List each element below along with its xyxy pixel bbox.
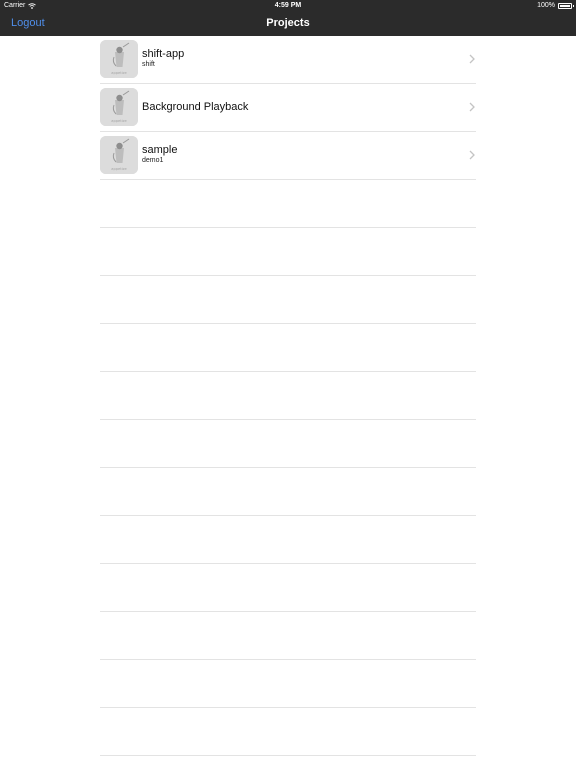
empty-row [100,180,476,228]
project-subtitle: shift [142,61,155,68]
empty-row [100,276,476,324]
project-row[interactable]: appetize Background Playback [100,84,476,132]
project-text: sample demo1 [142,144,177,164]
battery-indicator: 100% [537,2,574,9]
project-title: sample [142,144,178,156]
project-thumbnail: appetize [100,88,138,126]
thumbnail-label: appetize [111,119,127,123]
project-row[interactable]: appetize shift-app shift [100,36,476,84]
empty-row [100,372,476,420]
project-thumbnail: appetize [100,40,138,78]
battery-icon [558,2,574,9]
battery-percent: 100% [537,2,555,9]
chevron-right-icon [469,54,475,64]
thumbnail-label: appetize [111,71,127,75]
empty-row [100,660,476,708]
navigation-bar: Logout Projects [0,12,576,36]
app-placeholder-icon: appetize [100,136,138,174]
project-text: Background Playback [142,101,248,113]
app-placeholder-icon: appetize [100,40,138,78]
status-bar: Carrier 4:59 PM 100% [0,0,576,12]
empty-row [100,324,476,372]
empty-row [100,564,476,612]
empty-row [100,468,476,516]
project-row[interactable]: appetize sample demo1 [100,132,476,180]
empty-row [100,420,476,468]
project-subtitle: demo1 [142,157,164,164]
empty-row [100,228,476,276]
empty-row [100,612,476,660]
chevron-right-icon [469,102,475,112]
status-time: 4:59 PM [274,2,302,9]
app-placeholder-icon: appetize [100,88,138,126]
project-text: shift-app shift [142,48,184,68]
project-title: shift-app [142,48,185,60]
chevron-right-icon [469,150,475,160]
project-list: appetize shift-app shift appetize Backgr… [100,36,476,756]
empty-row [100,516,476,564]
thumbnail-label: appetize [111,167,127,171]
project-thumbnail: appetize [100,136,138,174]
empty-row [100,708,476,756]
page-title: Projects [266,17,310,29]
project-title: Background Playback [142,101,249,113]
